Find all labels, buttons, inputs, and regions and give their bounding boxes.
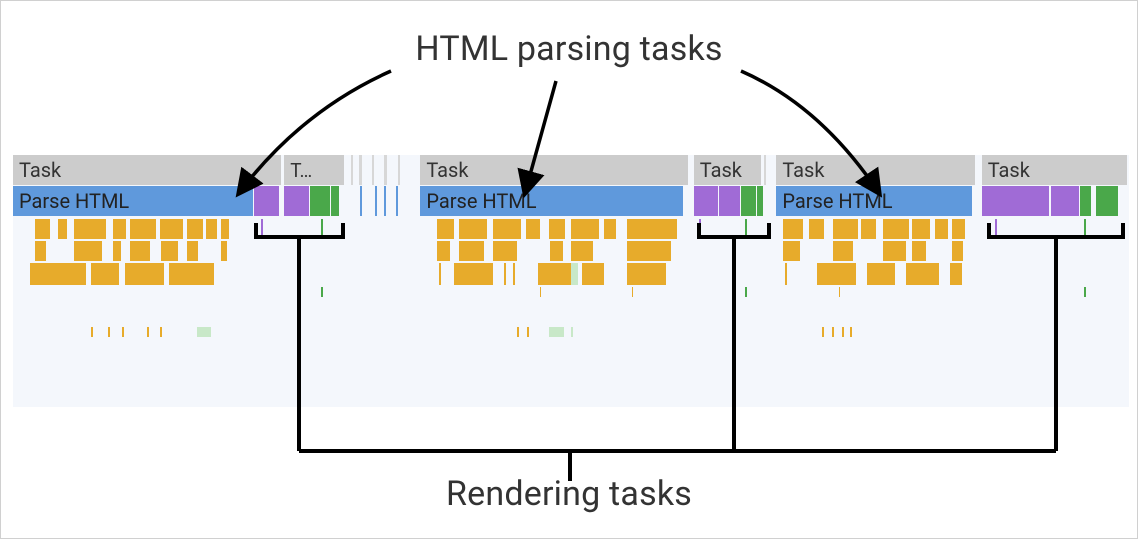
- task-label-truncated: T…: [290, 159, 312, 182]
- subtask-row: [13, 287, 1129, 297]
- task-label: Task: [782, 158, 824, 182]
- subtask-row: [13, 327, 1129, 337]
- parse-html-label: Parse HTML: [19, 189, 129, 213]
- parse-html-label: Parse HTML: [426, 189, 536, 213]
- subtask-row: [13, 241, 1129, 261]
- render-segment: [254, 186, 279, 216]
- subtask-row: [13, 263, 1129, 285]
- render-segment: [982, 186, 1049, 216]
- flame-chart-timeline: Task T… Task Task Task Task Parse HTML: [13, 155, 1129, 407]
- render-segment: [1051, 186, 1079, 216]
- subtask-row: [13, 219, 1129, 239]
- label-html-parsing-tasks: HTML parsing tasks: [415, 29, 722, 69]
- render-segment: [719, 186, 739, 216]
- task-label: Task: [700, 158, 742, 182]
- task-row: Task T… Task Task Task Task: [13, 155, 1129, 185]
- render-segment: [1080, 186, 1091, 216]
- task-label: Task: [426, 158, 468, 182]
- task-label: Task: [988, 158, 1030, 182]
- label-rendering-tasks: Rendering tasks: [446, 474, 692, 514]
- render-segment: [284, 186, 309, 216]
- render-segment: [310, 186, 330, 216]
- render-segment: [331, 186, 339, 216]
- render-segment: [694, 186, 719, 216]
- render-segment: [1096, 186, 1118, 216]
- main-row: Parse HTML Parse HTML Parse HTML: [13, 186, 1129, 216]
- task-label: Task: [19, 158, 61, 182]
- parse-html-label: Parse HTML: [782, 189, 892, 213]
- render-segment: [741, 186, 757, 216]
- render-segment: [757, 186, 763, 216]
